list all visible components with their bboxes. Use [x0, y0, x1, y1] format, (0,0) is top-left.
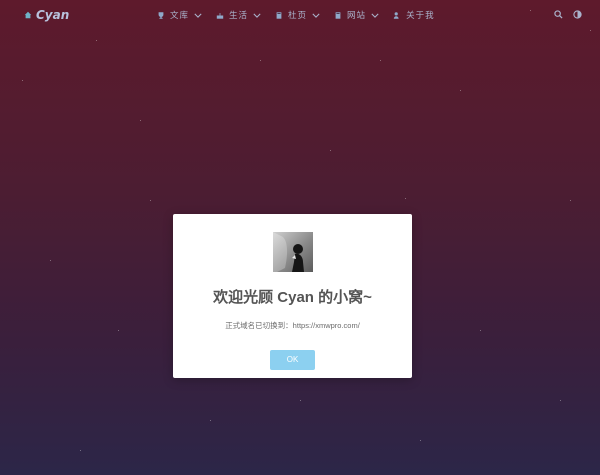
dialog-message: 正式域名已切换到：https://xmwpro.com/ [225, 321, 360, 330]
chevron-down-icon [312, 13, 320, 18]
chevron-down-icon [253, 13, 261, 18]
nav-label: 生活 [229, 11, 249, 21]
book-icon [276, 11, 282, 19]
nav-item-about[interactable]: 关于我 [393, 9, 435, 21]
avatar [273, 232, 313, 272]
header-tools [554, 10, 582, 19]
user-icon [393, 11, 399, 19]
home-icon [24, 11, 32, 19]
nav-item-duye[interactable]: 杜页 [275, 9, 320, 21]
nav-label: 杜页 [288, 11, 308, 21]
dialog-title: 欢迎光顾 Cyan 的小窝~ [213, 289, 372, 306]
top-navigation-bar: Cyan 文库 生活 杜页 网站 关于我 [0, 0, 600, 32]
chevron-down-icon [371, 13, 379, 18]
book-icon [335, 11, 341, 19]
nav-item-wangzhan[interactable]: 网站 [334, 9, 379, 21]
brand-name: Cyan [36, 8, 70, 22]
nav-item-wenku[interactable]: 文库 [157, 9, 202, 21]
theme-toggle-icon[interactable] [573, 10, 582, 19]
ok-button[interactable]: OK [270, 350, 315, 370]
nav-label: 文库 [170, 11, 190, 21]
chevron-down-icon [194, 13, 202, 18]
nav-label: 网站 [347, 11, 367, 21]
search-icon[interactable] [554, 10, 563, 19]
site-logo[interactable]: Cyan [24, 8, 69, 22]
nav-item-shenghuo[interactable]: 生活 [216, 9, 261, 21]
nav-label: 关于我 [406, 11, 435, 21]
welcome-dialog: 欢迎光顾 Cyan 的小窝~ 正式域名已切换到：https://xmwpro.c… [173, 214, 412, 378]
person-silhouette-icon [273, 232, 304, 272]
cake-icon [216, 12, 224, 19]
trophy-icon [158, 11, 164, 19]
main-nav: 文库 生活 杜页 网站 关于我 [157, 9, 435, 21]
